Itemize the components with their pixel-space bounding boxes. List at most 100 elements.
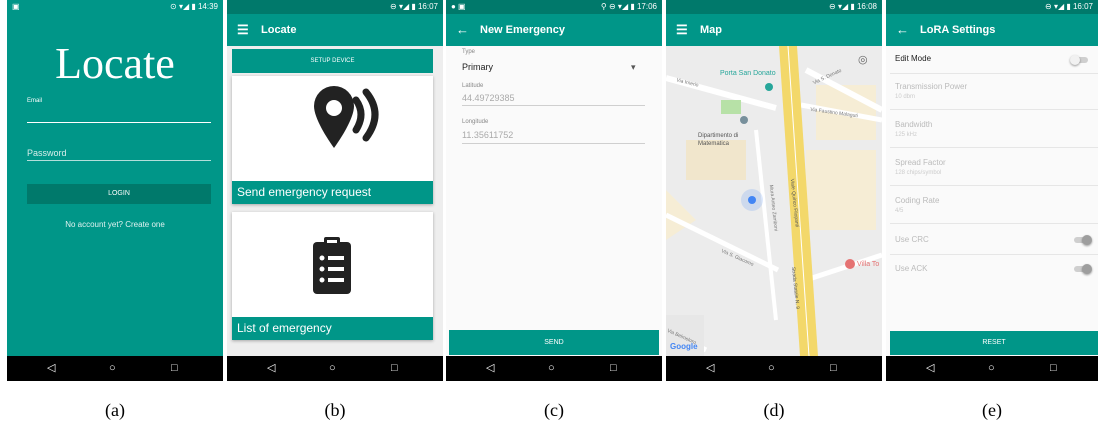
back-arrow-icon[interactable]: ← xyxy=(456,22,469,38)
caption-c: (c) xyxy=(544,400,564,420)
nav-recent-icon[interactable]: □ xyxy=(610,361,617,375)
caption-e: (e) xyxy=(982,400,1002,420)
menu-icon[interactable]: ☰ xyxy=(237,22,249,38)
app-bar-title: LoRA Settings xyxy=(920,24,996,36)
status-icons: ⊖ ▾◢ ▮ xyxy=(829,2,855,11)
reset-button[interactable]: RESET xyxy=(890,331,1098,355)
clipboard-list-icon xyxy=(313,237,351,294)
app-bar: ☰ Map xyxy=(666,14,882,46)
app-bar: ← New Emergency xyxy=(446,14,662,46)
status-bar: ▣ ⊙ ▾◢ ▮ 14:39 xyxy=(7,0,223,14)
email-label: Email xyxy=(27,98,43,104)
app-bar: ← LoRA Settings xyxy=(886,14,1098,46)
setting-divider xyxy=(890,147,1098,148)
login-button[interactable]: LOGIN xyxy=(27,184,211,204)
app-bar: ☰ Locate xyxy=(227,14,443,46)
email-field[interactable] xyxy=(27,122,211,123)
status-time: 16:08 xyxy=(856,2,877,11)
screen-map: ⊖ ▾◢ ▮ 16:08 ☰ Map ◎ Porta San Donato Di… xyxy=(666,0,882,381)
status-icons: ⚲ ⊖ ▾◢ ▮ xyxy=(600,2,635,11)
screen-login: ▣ ⊙ ▾◢ ▮ 14:39 Locate Email Password LOG… xyxy=(7,0,223,381)
latitude-label: Latitude xyxy=(462,83,484,89)
nav-home-icon[interactable]: ○ xyxy=(109,361,116,375)
map-label-porta-san-donato: Porta San Donato xyxy=(720,70,776,77)
setting-divider xyxy=(890,185,1098,186)
emergency-list-label: List of emergency xyxy=(232,317,433,340)
nav-home-icon[interactable]: ○ xyxy=(768,361,775,375)
nav-recent-icon[interactable]: □ xyxy=(391,361,398,375)
status-time: 16:07 xyxy=(417,2,438,11)
nav-recent-icon[interactable]: □ xyxy=(1050,361,1057,375)
menu-icon[interactable]: ☰ xyxy=(676,22,688,38)
longitude-underline xyxy=(462,143,645,144)
map-label-villa: Villa To xyxy=(857,261,880,268)
notification-icons: ● ▣ xyxy=(451,2,466,11)
status-time: 14:39 xyxy=(197,2,218,11)
longitude-field[interactable]: 11.35611752 xyxy=(462,130,513,140)
current-location-dot xyxy=(748,196,756,204)
status-time: 16:07 xyxy=(1072,2,1093,11)
setting-name[interactable]: Bandwidth xyxy=(895,120,932,129)
status-icons: ⊖ ▾◢ ▮ xyxy=(1045,2,1071,11)
setup-device-button[interactable]: SETUP DEVICE xyxy=(232,49,433,73)
status-bar: ⊖ ▾◢ ▮ 16:07 xyxy=(227,0,443,14)
gps-target-icon[interactable]: ◎ xyxy=(858,53,868,66)
nav-back-icon[interactable]: ◁ xyxy=(267,361,275,375)
send-emergency-card[interactable]: Send emergency request xyxy=(232,76,433,204)
status-time: 17:06 xyxy=(636,2,657,11)
caption-a: (a) xyxy=(105,400,125,420)
status-bar: ⊖ ▾◢ ▮ 16:07 xyxy=(886,0,1098,14)
nav-back-icon[interactable]: ◁ xyxy=(486,361,494,375)
create-account-link[interactable]: No account yet? Create one xyxy=(7,220,223,229)
password-field[interactable]: Password xyxy=(27,148,67,158)
android-nav-bar: ◁ ○ □ xyxy=(886,356,1098,381)
type-select[interactable]: Primary xyxy=(462,62,493,72)
nav-back-icon[interactable]: ◁ xyxy=(706,361,714,375)
longitude-label: Longitude xyxy=(462,119,489,125)
nav-recent-icon[interactable]: □ xyxy=(171,361,178,375)
caption-b: (b) xyxy=(324,400,346,420)
nav-home-icon[interactable]: ○ xyxy=(548,361,555,375)
nav-home-icon[interactable]: ○ xyxy=(329,361,336,375)
status-bar: ● ▣ ⚲ ⊖ ▾◢ ▮ 17:06 xyxy=(446,0,662,14)
latitude-field[interactable]: 44.49729385 xyxy=(462,93,515,103)
app-bar-title: Locate xyxy=(261,24,297,36)
android-nav-bar: ◁ ○ □ xyxy=(227,356,443,381)
nav-home-icon[interactable]: ○ xyxy=(988,361,995,375)
nav-back-icon[interactable]: ◁ xyxy=(47,361,55,375)
status-icons: ⊖ ▾◢ ▮ xyxy=(390,2,416,11)
nav-back-icon[interactable]: ◁ xyxy=(926,361,934,375)
setting-divider xyxy=(890,109,1098,110)
setting-value: 4/5 xyxy=(895,208,904,214)
caption-d: (d) xyxy=(763,400,785,420)
screen-new-emergency: ● ▣ ⚲ ⊖ ▾◢ ▮ 17:06 ← New Emergency ◁ ○ □ xyxy=(446,0,662,381)
setting-name[interactable]: Transmission Power xyxy=(895,82,967,91)
back-arrow-icon[interactable]: ← xyxy=(896,22,909,38)
app-logo: Locate xyxy=(55,39,175,88)
send-button[interactable]: SEND xyxy=(449,330,659,355)
android-nav-bar: ◁ ○ □ xyxy=(7,356,223,381)
status-bar: ⊖ ▾◢ ▮ 16:08 xyxy=(666,0,882,14)
setting-value: 128 chips/symbol xyxy=(895,170,942,176)
edit-mode-label: Edit Mode xyxy=(895,54,932,63)
password-underline xyxy=(27,160,211,161)
status-icons: ⊙ ▾◢ ▮ xyxy=(170,2,196,11)
setting-value: 10 dbm xyxy=(895,94,916,100)
app-bar-title: New Emergency xyxy=(480,24,565,36)
map-label-dipartimento: Dipartimento di Matematica xyxy=(698,133,739,147)
signal-location-icon xyxy=(314,86,379,148)
android-nav-bar: ◁ ○ □ xyxy=(446,356,662,381)
setting-value: 125 kHz xyxy=(895,132,918,138)
type-label: Type xyxy=(462,49,476,55)
setting-name[interactable]: Coding Rate xyxy=(895,196,939,205)
use-crc-label: Use CRC xyxy=(895,235,929,244)
android-nav-bar: ◁ ○ □ xyxy=(666,356,882,381)
use-ack-label: Use ACK xyxy=(895,264,928,273)
setting-name[interactable]: Spread Factor xyxy=(895,158,946,167)
dropdown-arrow-icon[interactable]: ▾ xyxy=(631,62,636,73)
setting-divider xyxy=(890,223,1098,224)
nav-recent-icon[interactable]: □ xyxy=(830,361,837,375)
latitude-underline xyxy=(462,105,645,106)
emergency-list-card[interactable]: List of emergency xyxy=(232,212,433,340)
sim-icon: ▣ xyxy=(12,2,20,11)
